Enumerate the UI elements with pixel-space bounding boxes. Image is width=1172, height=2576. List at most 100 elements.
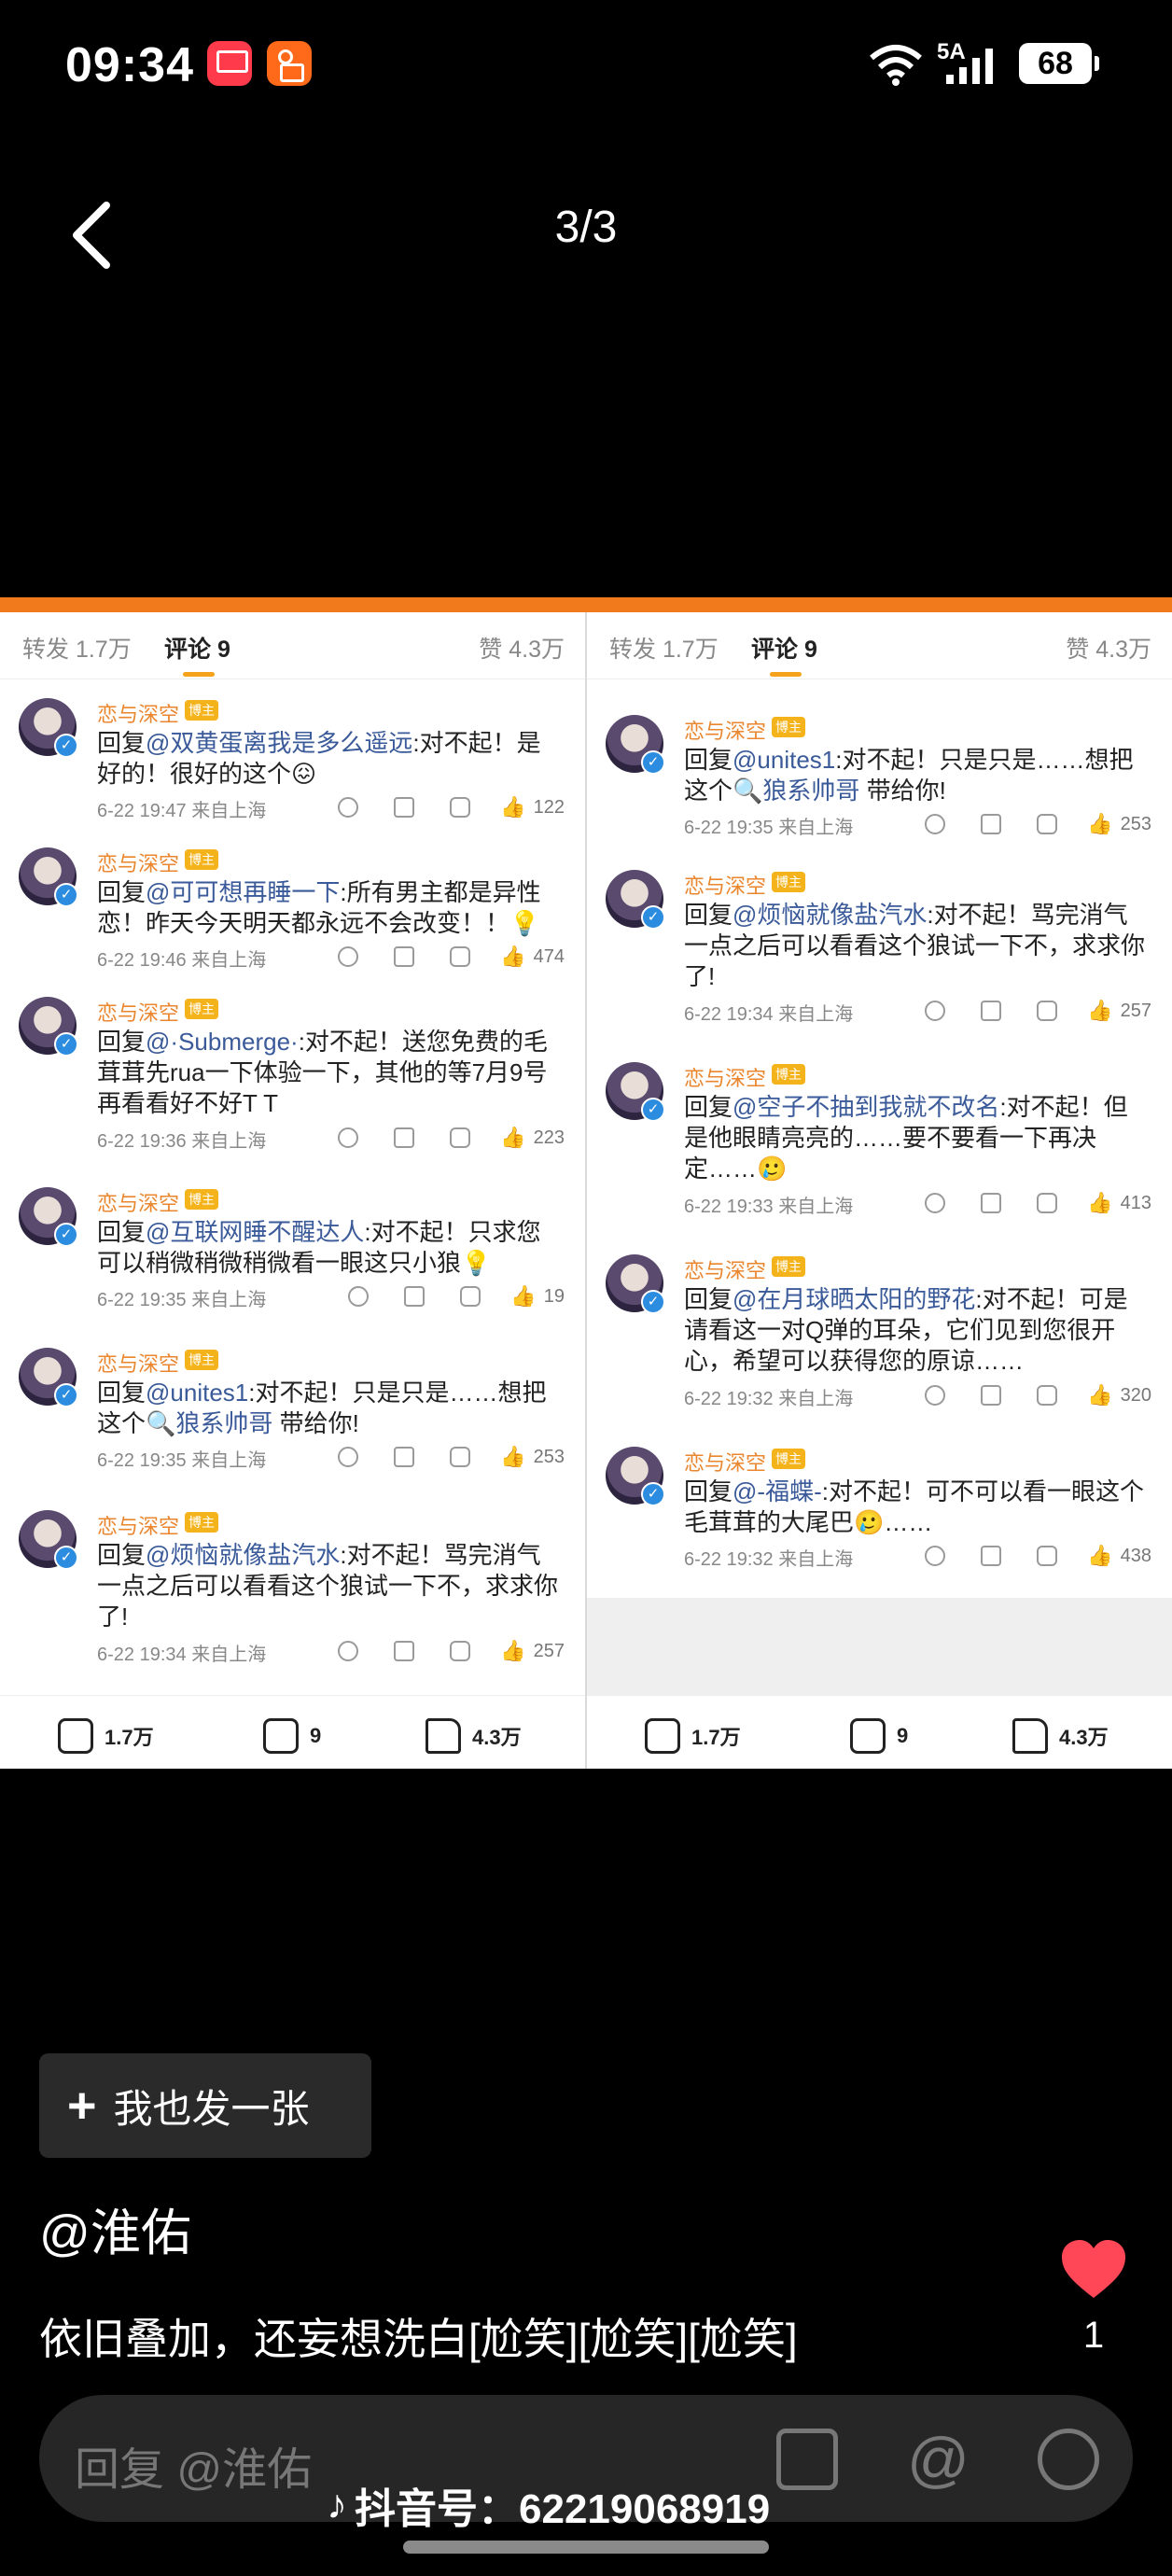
image-icon[interactable] [776, 2429, 838, 2490]
tab-likes: 赞 4.3万 [1066, 637, 1151, 663]
avatar [19, 1187, 78, 1247]
reply-placeholder: 回复 @淮佑 [75, 2445, 313, 2495]
avatar [606, 1062, 665, 1122]
avatar [19, 847, 78, 907]
mention-link: @烦恼就像盐汽水 [146, 1541, 341, 1569]
avatar [19, 1348, 78, 1407]
author-badge: 博主 [185, 999, 218, 1019]
dislike-icon [338, 1447, 359, 1467]
comment-item: 恋与深空 博主 回复@在月球晒太阳的野花:对不起！可是请看这一对Q弹的耳朵，它们… [587, 1254, 1172, 1450]
at-icon[interactable]: @ [907, 2429, 970, 2490]
reply-icon [1037, 1546, 1058, 1566]
share-icon [981, 1385, 1002, 1406]
like-icon: 👍 [500, 945, 526, 968]
like-count: 253 [1120, 813, 1151, 834]
right-panel: 转发 1.7万 评论 9 赞 4.3万 恋与深空 博主 回复@unites1:对… [587, 612, 1172, 1769]
author-badge: 博主 [185, 1189, 218, 1210]
battery-indicator: 68 [1019, 43, 1099, 84]
tab-comments: 评论 9 [164, 631, 230, 677]
comment-author: 恋与深空 [684, 875, 767, 898]
comment-meta: 6-22 19:35 来自上海 [97, 1450, 267, 1471]
comment-item: 恋与深空 博主 回复@空子不抽到我就不改名:对不起！但是他眼睛亮亮的……要不要看… [587, 1062, 1172, 1258]
app-gallery-icon [207, 41, 252, 86]
like-count: 474 [533, 945, 565, 967]
search-link: 🔍狼系帅哥 [732, 777, 860, 805]
mention-link: @unites1 [732, 746, 836, 774]
post-image[interactable]: 转发 1.7万 评论 9 赞 4.3万 恋与深空 博主 回复@双黄蛋离我是多么遥… [0, 597, 1172, 1769]
avatar [19, 997, 78, 1057]
comment-meta: 6-22 19:35 来自上海 [97, 1290, 267, 1310]
comment-item: 恋与深空 博主 回复@互联网睡不醒达人:对不起！只求您可以稍微稍微稍微看一眼这只… [0, 1187, 585, 1346]
thumb-icon [426, 1718, 461, 1754]
author-badge: 博主 [185, 700, 218, 721]
comment-meta: 6-22 19:34 来自上海 [97, 1645, 267, 1665]
comment-meta: 6-22 19:35 来自上海 [684, 818, 854, 838]
reply-icon [1037, 1001, 1058, 1021]
author-badge: 博主 [772, 717, 805, 737]
dislike-icon [925, 814, 946, 834]
tab-likes: 赞 4.3万 [479, 637, 565, 663]
share-icon [645, 1718, 680, 1754]
share-icon [394, 1447, 415, 1467]
comment-item: 恋与深空 博主 回复@·Submerge·:对不起！送您免费的毛茸茸先rua一下… [0, 997, 585, 1193]
post-too-button[interactable]: + 我也发一张 [39, 2053, 371, 2158]
share-icon [394, 1127, 415, 1148]
home-indicator[interactable] [403, 2541, 769, 2554]
comment-text: 回复@互联网睡不醒达人:对不起！只求您可以稍微稍微稍微看一眼这只小狼💡 [97, 1218, 541, 1277]
post-too-label: 我也发一张 [113, 2086, 310, 2131]
like-count: 257 [533, 1640, 565, 1661]
comment-tabs: 转发 1.7万 评论 9 赞 4.3万 [587, 612, 1172, 679]
share-icon [394, 1641, 415, 1661]
comment-meta: 6-22 19:46 来自上海 [97, 950, 267, 971]
like-action: 4.3万 [1012, 1718, 1109, 1754]
tab-repost: 转发 1.7万 [609, 637, 719, 663]
reply-icon [1037, 1193, 1058, 1213]
share-icon [394, 946, 415, 967]
comment-tabs: 转发 1.7万 评论 9 赞 4.3万 [0, 612, 585, 679]
comment-item: 恋与深空 博主 回复@-福蝶-:对不起！可不可以看一眼这个毛茸茸的大尾巴🥲…… … [587, 1447, 1172, 1596]
like-count: 257 [1120, 1000, 1151, 1021]
comment-author: 恋与深空 [97, 852, 180, 875]
reply-icon [1037, 1385, 1058, 1406]
share-icon [981, 1193, 1002, 1213]
author-badge: 博主 [772, 1064, 805, 1085]
avatar [606, 1254, 665, 1314]
like-count: 223 [533, 1127, 565, 1148]
reply-icon [450, 797, 471, 818]
share-icon [981, 814, 1002, 834]
mention-link: @在月球晒太阳的野花 [732, 1285, 976, 1313]
empty-area [587, 1598, 1172, 1695]
dislike-icon [348, 1286, 370, 1307]
comment-text: 回复@unites1:对不起！只是只是……想把这个🔍狼系帅哥 带给你! [684, 746, 1134, 805]
avatar [606, 715, 665, 775]
share-icon [394, 797, 415, 818]
like-count: 122 [533, 796, 565, 818]
reply-icon [460, 1286, 481, 1307]
left-panel: 转发 1.7万 评论 9 赞 4.3万 恋与深空 博主 回复@双黄蛋离我是多么遥… [0, 612, 585, 1769]
comment-author: 恋与深空 [97, 1192, 180, 1215]
comment-meta: 6-22 19:32 来自上海 [684, 1389, 854, 1409]
reply-icon [450, 946, 471, 967]
wifi-icon [870, 45, 922, 86]
comment-item: 恋与深空 博主 回复@unites1:对不起！只是只是……想把这个🔍狼系帅哥 带… [587, 715, 1172, 874]
share-action: 1.7万 [645, 1718, 741, 1754]
comment-meta: 6-22 19:32 来自上海 [684, 1549, 854, 1570]
heart-icon[interactable] [1060, 2238, 1127, 2305]
like-icon: 👍 [500, 1639, 526, 1662]
share-icon [58, 1718, 93, 1754]
author-name[interactable]: @淮佑 [39, 2191, 191, 2265]
like-icon: 👍 [500, 795, 526, 819]
share-icon [981, 1546, 1002, 1566]
like-count: 19 [543, 1285, 565, 1307]
comment-actions: 👍 257 [889, 999, 1151, 1023]
comment-item: 恋与深空 博主 回复@烦恼就像盐汽水:对不起！骂完消气一点之后可以看看这个狼试一… [587, 870, 1172, 1066]
emoji-icon[interactable] [1038, 2429, 1099, 2490]
comment-actions: 👍 19 [313, 1284, 565, 1309]
image-top-bar [0, 597, 1172, 612]
reply-icon [450, 1641, 471, 1661]
like-icon: 👍 [1087, 812, 1113, 835]
like-icon: 👍 [1087, 1544, 1113, 1567]
dislike-icon [925, 1001, 946, 1021]
dislike-icon [338, 1641, 359, 1661]
comment-author: 恋与深空 [684, 1259, 767, 1282]
